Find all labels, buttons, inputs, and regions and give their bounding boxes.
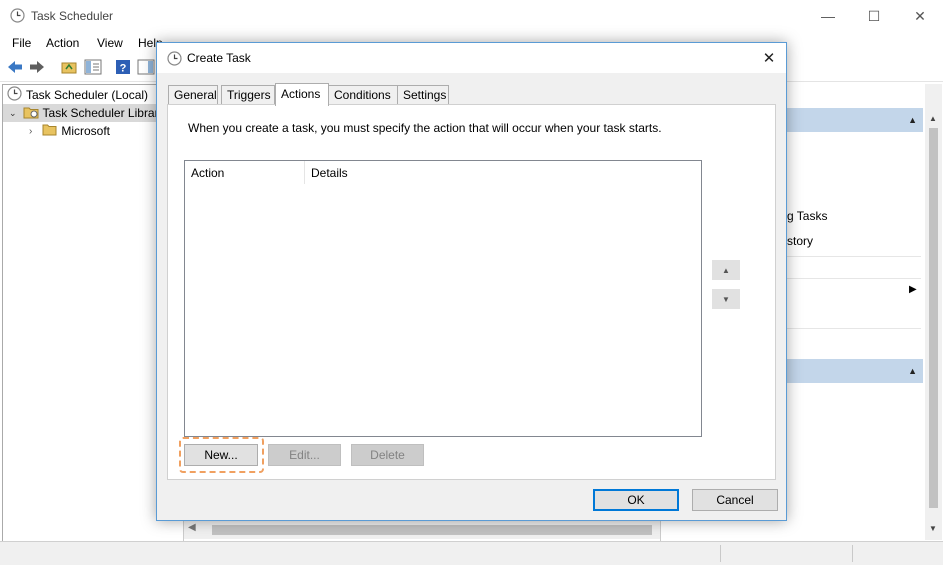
dialog-title-bar: Create Task ✕	[157, 43, 786, 73]
menu-view[interactable]: View	[97, 36, 123, 50]
create-task-dialog: Create Task ✕ General Triggers Actions C…	[156, 42, 787, 521]
actions-tab-panel: When you create a task, you must specify…	[167, 104, 776, 480]
vertical-scrollbar[interactable]: ▲ ▼	[925, 84, 942, 540]
folder-up-icon[interactable]	[60, 58, 78, 76]
clock-icon	[167, 51, 182, 69]
status-bar	[0, 541, 943, 565]
app-title: Task Scheduler	[31, 9, 114, 23]
horizontal-scrollbar[interactable]: ◀	[184, 521, 660, 539]
back-icon[interactable]	[6, 58, 24, 76]
tab-triggers[interactable]: Triggers	[221, 85, 275, 105]
clock-icon	[7, 86, 22, 104]
scroll-left-icon[interactable]: ◀	[188, 522, 196, 533]
tab-actions[interactable]: Actions	[275, 83, 329, 106]
tree-item-label: Task Scheduler Library	[42, 106, 165, 120]
move-down-button[interactable]: ▼	[712, 289, 740, 309]
tab-settings[interactable]: Settings	[397, 85, 449, 105]
list-header: Action Details	[185, 161, 701, 185]
dialog-close-button[interactable]: ✕	[756, 46, 782, 70]
help-icon[interactable]: ?	[114, 58, 132, 76]
action-item-history[interactable]: story	[787, 234, 813, 248]
clock-icon	[10, 8, 25, 26]
column-header-details[interactable]: Details	[305, 161, 701, 184]
folder-icon	[42, 123, 57, 139]
scroll-up-icon[interactable]: ▲	[929, 114, 937, 123]
column-header-action[interactable]: Action	[185, 161, 305, 184]
show-hide-tree-icon[interactable]	[84, 58, 102, 76]
action-pane-icon[interactable]	[137, 58, 155, 76]
actions-list[interactable]: Action Details	[184, 160, 702, 437]
chevron-right-icon: ›	[29, 125, 33, 137]
new-action-button[interactable]: New...	[184, 444, 258, 466]
tree-item-label: Microsoft	[61, 124, 111, 138]
action-item-running-tasks[interactable]: g Tasks	[787, 209, 827, 223]
collapse-icon: ▲	[908, 366, 917, 376]
status-cell	[852, 545, 943, 562]
scroll-thumb[interactable]	[929, 128, 938, 508]
move-up-button[interactable]: ▲	[712, 260, 740, 280]
menu-action[interactable]: Action	[46, 36, 79, 50]
edit-action-button[interactable]: Edit...	[268, 444, 341, 466]
tab-general[interactable]: General	[168, 85, 218, 105]
chevron-down-icon: ⌄	[9, 107, 17, 118]
scroll-down-icon[interactable]: ▼	[929, 524, 937, 533]
app-title-bar: Task Scheduler — ☐ ✕	[0, 0, 943, 32]
close-window-button[interactable]: ✕	[900, 4, 940, 28]
tab-conditions[interactable]: Conditions	[328, 85, 398, 105]
ok-button[interactable]: OK	[593, 489, 679, 511]
collapse-icon: ▲	[908, 115, 917, 125]
status-cell	[720, 545, 851, 562]
delete-action-button[interactable]: Delete	[351, 444, 424, 466]
tree-item-root[interactable]: Task Scheduler (Local)	[7, 86, 177, 104]
scroll-thumb[interactable]	[212, 525, 652, 535]
maximize-button[interactable]: ☐	[854, 4, 894, 28]
actions-intro-text: When you create a task, you must specify…	[188, 121, 662, 135]
cancel-button[interactable]: Cancel	[692, 489, 778, 511]
tree-item-label: Task Scheduler (Local)	[26, 88, 149, 102]
forward-icon[interactable]	[28, 58, 46, 76]
submenu-arrow-icon: ▶	[909, 284, 917, 295]
dialog-title: Create Task	[187, 51, 251, 65]
minimize-button[interactable]: —	[808, 4, 848, 28]
menu-file[interactable]: File	[12, 36, 31, 50]
svg-text:?: ?	[120, 63, 127, 75]
scheduler-folder-icon	[23, 105, 39, 122]
